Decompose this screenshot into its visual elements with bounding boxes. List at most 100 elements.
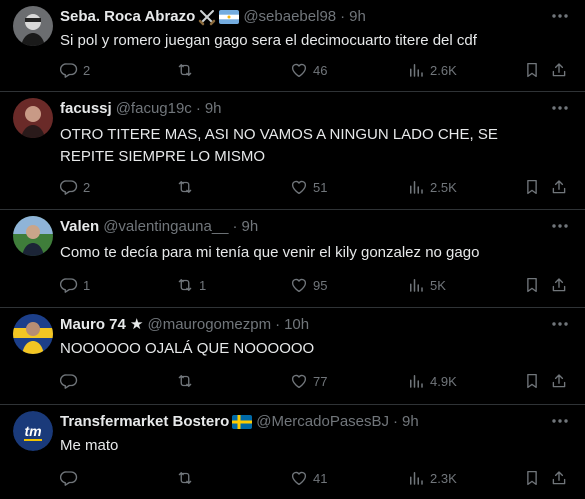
view-count: 2.5K [430, 179, 457, 195]
timestamp[interactable]: 9h [402, 413, 419, 431]
share-button[interactable] [550, 275, 568, 295]
reply-button[interactable]: 2 [60, 177, 90, 197]
timestamp[interactable]: 10h [284, 316, 309, 334]
tweet-text: Si pol y romero juegan gago sera el deci… [60, 32, 477, 49]
reply-feed: Seba. Roca Abrazo @sebaebel98 · 9h Si po… [0, 0, 585, 499]
action-bar: 2 46 2.6K [60, 60, 573, 80]
share-icon [550, 61, 568, 79]
timestamp[interactable]: 9h [242, 218, 259, 236]
author-handle[interactable]: @valentingauna__ [103, 218, 228, 236]
like-count: 41 [313, 470, 328, 486]
author-name[interactable]: Mauro 74 ★ [60, 316, 143, 334]
like-icon [290, 178, 308, 196]
author-name[interactable]: facussj [60, 100, 112, 118]
reply-count: 2 [83, 179, 91, 195]
like-button[interactable]: 77 [290, 371, 327, 391]
views-button[interactable]: 2.3K [407, 468, 457, 488]
bookmark-icon [523, 372, 541, 390]
avatar[interactable]: tm [13, 411, 53, 451]
views-button[interactable]: 5K [407, 275, 446, 295]
avatar[interactable] [13, 6, 53, 46]
tweet[interactable]: Seba. Roca Abrazo @sebaebel98 · 9h Si po… [0, 0, 585, 92]
author-handle[interactable]: @sebaebel98 [243, 8, 336, 26]
tweet[interactable]: facussj @facug19c · 9h OTRO TITERE MAS, … [0, 92, 585, 210]
author-name[interactable]: Valen [60, 218, 99, 236]
separator-dot: · [393, 413, 399, 430]
views-button[interactable]: 2.5K [407, 177, 457, 197]
share-icon [550, 276, 568, 294]
bookmark-button[interactable] [523, 177, 541, 197]
timestamp[interactable]: 9h [205, 100, 222, 118]
avatar[interactable] [13, 216, 53, 256]
views-button[interactable]: 4.9K [407, 371, 457, 391]
like-icon [290, 61, 308, 79]
share-icon [550, 469, 568, 487]
repost-button[interactable] [176, 60, 199, 80]
action-bar: 1 1 95 5K [60, 275, 573, 295]
views-icon [407, 61, 425, 79]
tweet-text: Me mato [60, 437, 119, 454]
svg-text:tm: tm [24, 423, 41, 439]
reply-button[interactable] [60, 468, 83, 488]
reply-icon [60, 276, 78, 294]
more-icon[interactable] [549, 218, 571, 234]
tweet[interactable]: Mauro 74 ★ @maurogomezpm · 10h NOOOOOO O… [0, 308, 585, 405]
bookmark-button[interactable] [523, 371, 541, 391]
view-count: 4.9K [430, 373, 457, 389]
like-button[interactable]: 95 [290, 275, 327, 295]
like-button[interactable]: 51 [290, 177, 327, 197]
author-name[interactable]: Seba. Roca Abrazo [60, 8, 195, 26]
avatar[interactable] [13, 98, 53, 138]
repost-icon [176, 372, 194, 390]
reply-button[interactable] [60, 371, 83, 391]
more-icon[interactable] [549, 8, 571, 24]
more-icon[interactable] [549, 413, 571, 429]
author-handle[interactable]: @maurogomezpm [147, 316, 271, 334]
like-icon [290, 469, 308, 487]
view-count: 2.3K [430, 470, 457, 486]
bookmark-button[interactable] [523, 275, 541, 295]
bookmark-icon [523, 178, 541, 196]
repost-icon [176, 469, 194, 487]
separator-dot: · [195, 100, 201, 117]
action-bar: 2 51 2.5K [60, 177, 573, 197]
like-button[interactable]: 41 [290, 468, 327, 488]
view-count: 5K [430, 277, 446, 293]
author-handle[interactable]: @facug19c [116, 100, 192, 118]
more-icon[interactable] [549, 100, 571, 116]
timestamp[interactable]: 9h [349, 8, 366, 26]
reply-button[interactable]: 1 [60, 275, 90, 295]
like-icon [290, 372, 308, 390]
views-button[interactable]: 2.6K [407, 60, 457, 80]
tweet-header: Valen @valentingauna__ · 9h [60, 218, 258, 236]
reply-button[interactable]: 2 [60, 60, 90, 80]
repost-button[interactable] [176, 177, 199, 197]
views-icon [407, 276, 425, 294]
share-button[interactable] [550, 60, 568, 80]
repost-button[interactable] [176, 468, 199, 488]
views-icon [407, 469, 425, 487]
more-icon[interactable] [549, 316, 571, 332]
bookmark-button[interactable] [523, 60, 541, 80]
tweet[interactable]: Valen @valentingauna__ · 9h Como te decí… [0, 210, 585, 308]
separator-dot: · [232, 218, 238, 235]
crossed-swords-emoji-icon [198, 8, 216, 26]
action-bar: 41 2.3K [60, 468, 573, 488]
share-button[interactable] [550, 371, 568, 391]
repost-count: 1 [199, 277, 207, 293]
like-count: 77 [313, 373, 328, 389]
share-icon [550, 372, 568, 390]
repost-button[interactable] [176, 371, 199, 391]
share-button[interactable] [550, 177, 568, 197]
views-icon [407, 178, 425, 196]
share-button[interactable] [550, 468, 568, 488]
author-handle[interactable]: @MercadoPasesBJ [256, 413, 389, 431]
repost-button[interactable]: 1 [176, 275, 206, 295]
author-name[interactable]: Transfermarket Bostero [60, 413, 229, 431]
like-button[interactable]: 46 [290, 60, 327, 80]
bookmark-button[interactable] [523, 468, 541, 488]
tweet[interactable]: tm Transfermarket Bostero @MercadoPasesB… [0, 405, 585, 499]
avatar[interactable] [13, 314, 53, 354]
reply-icon [60, 469, 78, 487]
views-icon [407, 372, 425, 390]
